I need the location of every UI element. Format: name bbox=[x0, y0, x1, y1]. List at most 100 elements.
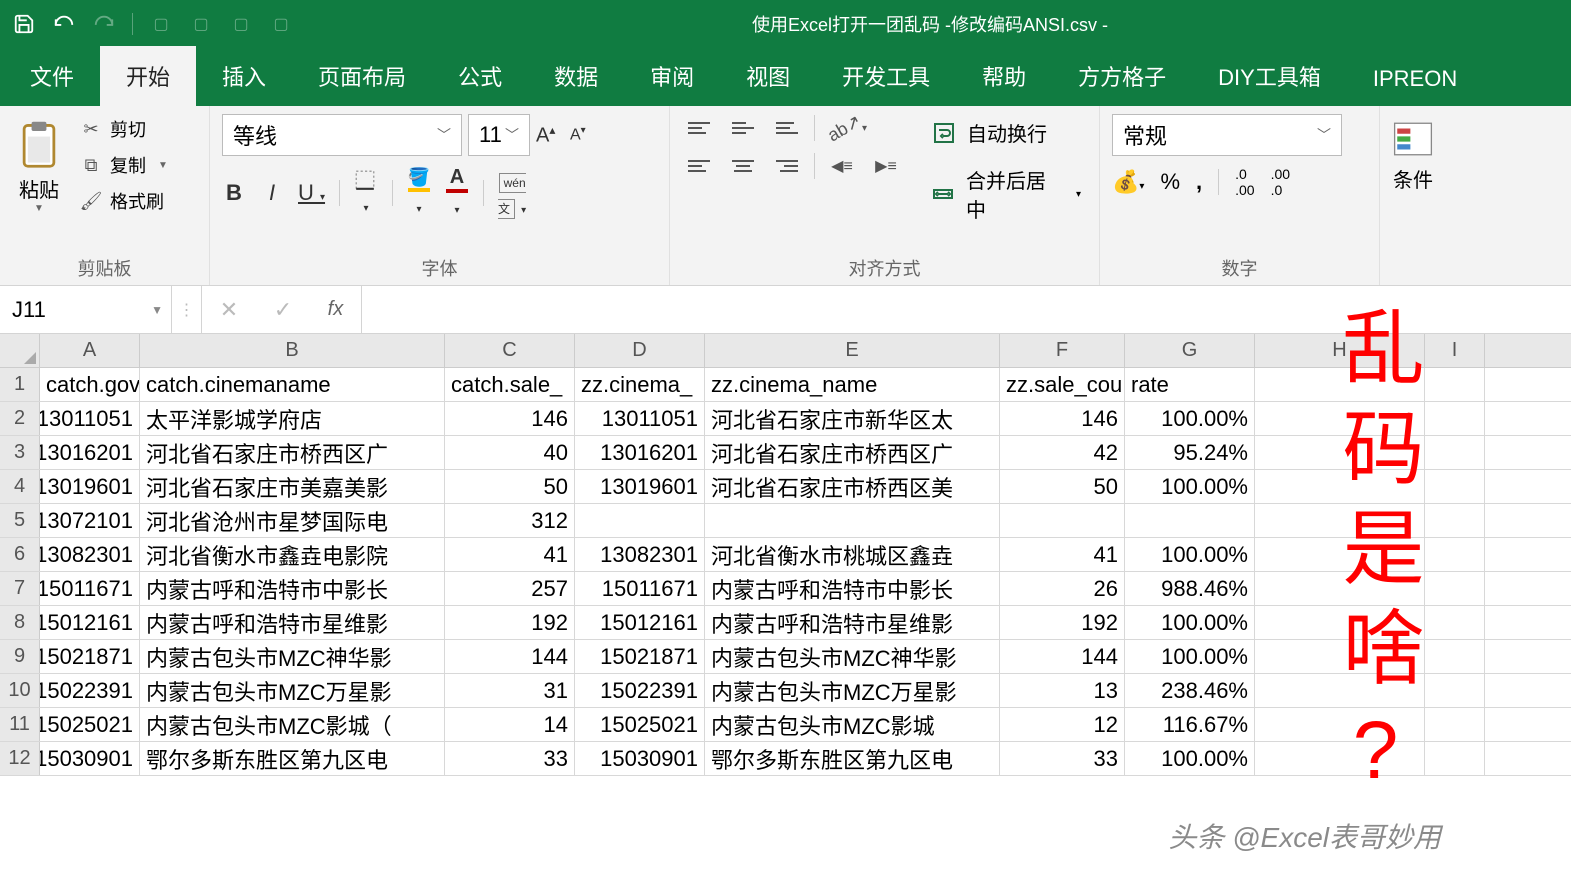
cell[interactable]: 内蒙古呼和浩特市星维影 bbox=[705, 606, 1000, 639]
wrap-text-button[interactable]: 自动换行 bbox=[925, 114, 1087, 151]
cell[interactable]: 95.24% bbox=[1125, 436, 1255, 469]
cell[interactable]: 100.00% bbox=[1125, 606, 1255, 639]
cell[interactable]: 15021871 bbox=[40, 640, 140, 673]
decrease-font-button[interactable]: A▾ bbox=[570, 125, 598, 144]
orientation-button[interactable]: ab↗▾ bbox=[825, 114, 869, 142]
row-header[interactable]: 1 bbox=[0, 368, 40, 401]
align-center-button[interactable] bbox=[726, 152, 760, 180]
cell[interactable]: 146 bbox=[445, 402, 575, 435]
format-painter-button[interactable]: 🖌 格式刷 bbox=[76, 186, 172, 216]
tab-developer[interactable]: 开发工具 bbox=[816, 46, 956, 106]
bold-button[interactable]: B bbox=[222, 180, 246, 206]
column-header-B[interactable]: B bbox=[140, 334, 445, 367]
cell[interactable]: 100.00% bbox=[1125, 470, 1255, 503]
row-header[interactable]: 5 bbox=[0, 504, 40, 537]
tab-view[interactable]: 视图 bbox=[720, 46, 816, 106]
row-header[interactable]: 8 bbox=[0, 606, 40, 639]
fill-color-button[interactable]: 🪣 ▾ bbox=[407, 167, 431, 218]
cell[interactable] bbox=[1425, 402, 1485, 435]
italic-button[interactable]: I bbox=[260, 180, 284, 206]
confirm-formula-button[interactable]: ✓ bbox=[274, 297, 292, 323]
cell[interactable]: 内蒙古包头市MZC万星影 bbox=[140, 674, 445, 707]
undo-button[interactable] bbox=[48, 8, 80, 40]
cell[interactable]: 116.67% bbox=[1125, 708, 1255, 741]
tab-diy[interactable]: DIY工具箱 bbox=[1192, 46, 1347, 106]
cell[interactable]: 内蒙古包头市MZC万星影 bbox=[705, 674, 1000, 707]
column-header-I[interactable]: I bbox=[1425, 334, 1485, 367]
row-header[interactable]: 12 bbox=[0, 742, 40, 775]
cell[interactable]: 河北省石家庄市美嘉美影 bbox=[140, 470, 445, 503]
cut-button[interactable]: ✂ 剪切 bbox=[76, 114, 172, 144]
cell[interactable]: 146 bbox=[1000, 402, 1125, 435]
row-header[interactable]: 9 bbox=[0, 640, 40, 673]
cell[interactable]: 100.00% bbox=[1125, 742, 1255, 775]
cell[interactable] bbox=[1425, 606, 1485, 639]
cell[interactable]: 41 bbox=[1000, 538, 1125, 571]
cell[interactable] bbox=[1255, 708, 1425, 741]
cell[interactable]: 12 bbox=[1000, 708, 1125, 741]
percent-button[interactable]: % bbox=[1160, 169, 1180, 195]
cell[interactable]: 14 bbox=[445, 708, 575, 741]
increase-indent-button[interactable]: ▶≡ bbox=[869, 152, 903, 180]
cell[interactable]: 13082301 bbox=[575, 538, 705, 571]
increase-decimal-button[interactable]: .0.00 bbox=[1235, 166, 1254, 198]
paste-button[interactable]: 粘贴 ▼ bbox=[12, 114, 66, 251]
cell[interactable]: 13011051 bbox=[40, 402, 140, 435]
cell[interactable]: 13016201 bbox=[40, 436, 140, 469]
cell[interactable] bbox=[1425, 572, 1485, 605]
cell[interactable]: 15012161 bbox=[40, 606, 140, 639]
cell[interactable]: 河北省石家庄市桥西区广 bbox=[140, 436, 445, 469]
cell[interactable]: 15030901 bbox=[40, 742, 140, 775]
copy-button[interactable]: ⧉ 复制 ▼ bbox=[76, 150, 172, 180]
cell[interactable]: 100.00% bbox=[1125, 538, 1255, 571]
cell[interactable] bbox=[1255, 742, 1425, 775]
conditional-format-button[interactable]: 条件 bbox=[1392, 114, 1434, 193]
cell[interactable] bbox=[1425, 742, 1485, 775]
cell[interactable]: 太平洋影城学府店 bbox=[140, 402, 445, 435]
font-name-combo[interactable]: 等线 ﹀ bbox=[222, 114, 462, 156]
cell[interactable]: zz.sale_cou bbox=[1000, 368, 1125, 401]
column-header-F[interactable]: F bbox=[1000, 334, 1125, 367]
cell[interactable]: 鄂尔多斯东胜区第九区电 bbox=[705, 742, 1000, 775]
row-header[interactable]: 3 bbox=[0, 436, 40, 469]
cell[interactable]: 13082301 bbox=[40, 538, 140, 571]
save-button[interactable] bbox=[8, 8, 40, 40]
tab-ipreon[interactable]: IPREON bbox=[1347, 52, 1483, 106]
align-right-button[interactable] bbox=[770, 152, 804, 180]
cell[interactable]: 988.46% bbox=[1125, 572, 1255, 605]
cell[interactable] bbox=[1255, 504, 1425, 537]
tab-review[interactable]: 审阅 bbox=[624, 46, 720, 106]
cell[interactable]: 河北省衡水市鑫垚电影院 bbox=[140, 538, 445, 571]
number-format-combo[interactable]: 常规 ﹀ bbox=[1112, 114, 1342, 156]
cell[interactable]: 15025021 bbox=[40, 708, 140, 741]
cell[interactable] bbox=[1425, 436, 1485, 469]
cell[interactable] bbox=[1425, 640, 1485, 673]
cell[interactable] bbox=[1255, 436, 1425, 469]
cell[interactable]: 144 bbox=[1000, 640, 1125, 673]
name-box[interactable]: J11 ▼ bbox=[0, 286, 172, 333]
align-middle-button[interactable] bbox=[726, 114, 760, 142]
formula-input[interactable] bbox=[362, 286, 1571, 333]
column-header-A[interactable]: A bbox=[40, 334, 140, 367]
cell[interactable]: 15011671 bbox=[40, 572, 140, 605]
tab-formulas[interactable]: 公式 bbox=[432, 46, 528, 106]
column-header-H[interactable]: H bbox=[1255, 334, 1425, 367]
cell[interactable]: 238.46% bbox=[1125, 674, 1255, 707]
cell[interactable]: 41 bbox=[445, 538, 575, 571]
cell[interactable]: 13072101 bbox=[40, 504, 140, 537]
comma-button[interactable]: , bbox=[1196, 169, 1202, 195]
cell[interactable]: 100.00% bbox=[1125, 402, 1255, 435]
align-top-button[interactable] bbox=[682, 114, 716, 142]
cell[interactable]: 13016201 bbox=[575, 436, 705, 469]
select-all-button[interactable] bbox=[0, 334, 40, 367]
cell[interactable]: zz.cinema_ bbox=[575, 368, 705, 401]
row-header[interactable]: 10 bbox=[0, 674, 40, 707]
column-header-C[interactable]: C bbox=[445, 334, 575, 367]
cell[interactable]: catch.cinemaname bbox=[140, 368, 445, 401]
cell[interactable]: 13019601 bbox=[575, 470, 705, 503]
cell[interactable]: 50 bbox=[445, 470, 575, 503]
cell[interactable]: 33 bbox=[1000, 742, 1125, 775]
cell[interactable]: 河北省石家庄市新华区太 bbox=[705, 402, 1000, 435]
tab-insert[interactable]: 插入 bbox=[196, 46, 292, 106]
cell[interactable] bbox=[1425, 538, 1485, 571]
